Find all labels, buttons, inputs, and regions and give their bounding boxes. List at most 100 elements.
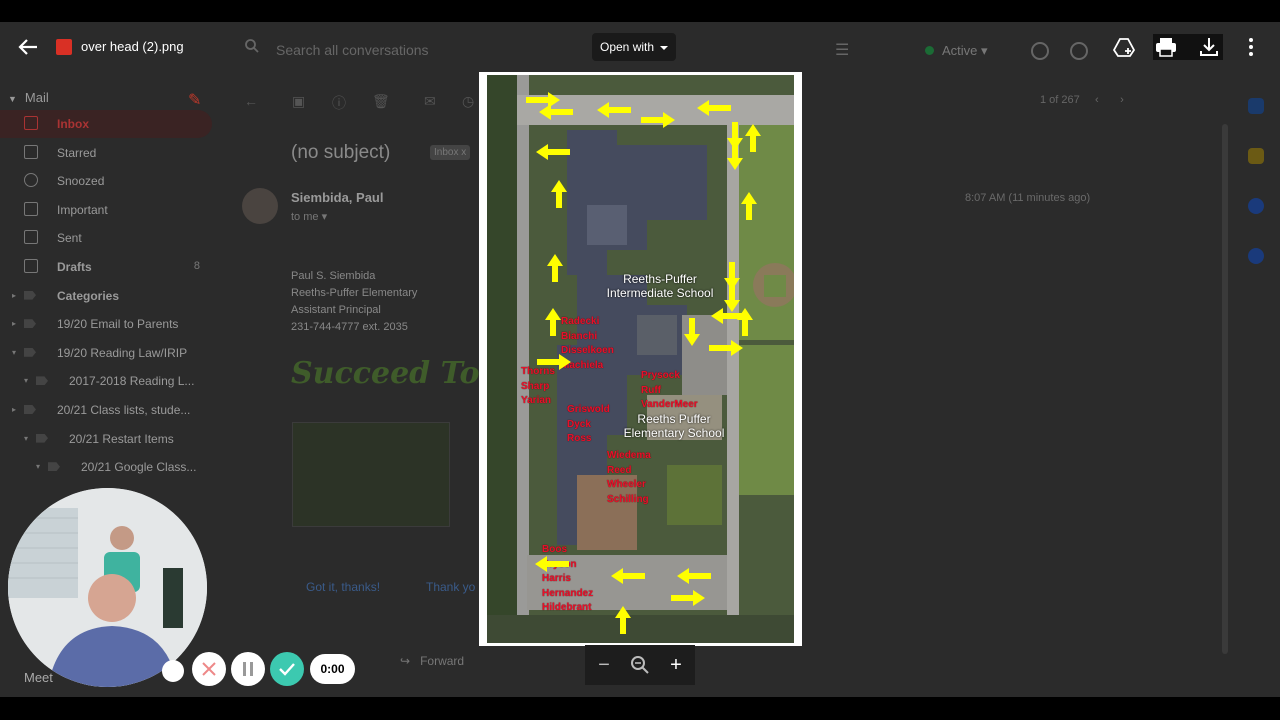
- expand-toggle-icon[interactable]: ▾: [36, 462, 40, 471]
- archive-icon[interactable]: ▣: [292, 93, 305, 113]
- image-file-icon: [56, 39, 72, 55]
- sidebar-item-20-21-class-lists-stude[interactable]: ▸ 20/21 Class lists, stude...: [0, 396, 212, 424]
- finish-recording-button[interactable]: [270, 652, 304, 686]
- sidebar-item-label: Drafts: [57, 260, 92, 274]
- sidebar-item-important[interactable]: Important: [0, 196, 212, 224]
- tasks-icon[interactable]: [1248, 198, 1264, 214]
- label-icon: [36, 433, 48, 443]
- expand-toggle-icon[interactable]: ▸: [12, 405, 16, 414]
- open-with-button[interactable]: Open with: [592, 33, 676, 61]
- direction-arrow-icon: [727, 142, 743, 170]
- direction-arrow-icon: [536, 144, 570, 160]
- teacher-name-label: VanderMeer: [641, 399, 698, 410]
- direction-arrow-icon: [597, 102, 631, 118]
- delete-icon[interactable]: 🗑: [372, 93, 390, 113]
- snooze-icon[interactable]: ◷: [462, 93, 474, 113]
- draft-icon: [24, 259, 38, 273]
- sidebar-item-2017-2018-reading-l[interactable]: ▾ 2017-2018 Reading L...: [0, 367, 212, 395]
- sidebar-item-starred[interactable]: Starred: [0, 139, 212, 167]
- back-arrow-icon[interactable]: [18, 38, 38, 56]
- zoom-icon[interactable]: [629, 654, 651, 676]
- label-icon: [24, 347, 36, 357]
- expand-toggle-icon[interactable]: ▸: [12, 319, 16, 328]
- contacts-icon[interactable]: [1248, 248, 1264, 264]
- teacher-name-label: Reed: [607, 464, 632, 476]
- sender-name: Siembida, Paul: [291, 190, 384, 205]
- meet-section[interactable]: Meet: [24, 670, 53, 685]
- sidebar-item-snoozed[interactable]: Snoozed: [0, 167, 212, 195]
- sidebar-item-drafts[interactable]: Drafts 8: [0, 253, 212, 281]
- expand-toggle-icon[interactable]: ▾: [24, 434, 28, 443]
- webcam-overlay: [8, 488, 207, 687]
- mail-section-header[interactable]: ▼ Mail: [8, 90, 49, 105]
- keep-icon[interactable]: [1248, 148, 1264, 164]
- teacher-name-label: Hernandez: [542, 587, 594, 599]
- sidebar-item-label: 20/21 Restart Items: [69, 431, 174, 446]
- direction-arrow-icon: [535, 556, 569, 572]
- report-spam-icon[interactable]: ⓘ: [332, 93, 346, 113]
- label-icon: [36, 376, 48, 386]
- expand-toggle-icon[interactable]: ▾: [12, 348, 16, 357]
- teacher-name-label: Ross: [567, 433, 592, 444]
- pause-recording-button[interactable]: [231, 652, 265, 686]
- zoom-in-button[interactable]: +: [665, 654, 687, 676]
- webcam-picture: [8, 488, 207, 687]
- direction-arrow-icon: [537, 354, 571, 370]
- label-icon: [24, 319, 36, 329]
- sidebar-item-19-20-reading-law-irip[interactable]: ▾ 19/20 Reading Law/IRIP: [0, 339, 212, 367]
- compose-icon[interactable]: ✎: [188, 90, 201, 110]
- forward-button[interactable]: ↪ Forward: [400, 654, 464, 668]
- teacher-name-label: Schilling: [607, 493, 649, 505]
- inbox-icon: [24, 116, 38, 130]
- direction-arrow-icon: [551, 180, 567, 208]
- sidebar-item-20-21-google-class[interactable]: ▾ 20/21 Google Class...: [0, 453, 212, 481]
- expand-toggle-icon[interactable]: ▾: [24, 376, 28, 385]
- recorder-more-icon[interactable]: [162, 660, 184, 682]
- direction-arrow-icon: [641, 112, 675, 128]
- recipient-line[interactable]: to me ▾: [291, 210, 327, 223]
- sidebar-item-label: Important: [57, 202, 108, 217]
- sidebar-item-label: 19/20 Email to Parents: [57, 317, 179, 332]
- zoom-controls: − +: [585, 645, 695, 685]
- sidebar-item-label: 2017-2018 Reading L...: [69, 374, 195, 389]
- print-icon[interactable]: [1155, 36, 1177, 58]
- teacher-name-label: Sharp: [521, 380, 550, 392]
- teacher-name-label: Harris: [542, 573, 571, 584]
- overhead-map-image[interactable]: Reeths-Puffer Intermediate School Reeths …: [479, 72, 802, 646]
- scrollbar[interactable]: [1222, 124, 1228, 654]
- direction-arrow-icon: [611, 568, 645, 584]
- label-icon: [48, 462, 60, 472]
- done-icon: [279, 663, 295, 676]
- inbox-label-chip[interactable]: Inbox x: [430, 145, 471, 160]
- sidebar-item-sent[interactable]: Sent: [0, 224, 212, 252]
- mark-unread-icon[interactable]: ✉: [424, 93, 436, 113]
- download-icon[interactable]: [1198, 36, 1220, 58]
- cancel-recording-button[interactable]: [192, 652, 226, 686]
- teacher-name-label: Wiedema: [607, 450, 651, 461]
- sidebar-item-19-20-email-to-parents[interactable]: ▸ 19/20 Email to Parents: [0, 310, 212, 338]
- bottom-band: [0, 697, 1280, 720]
- direction-arrow-icon: [737, 308, 753, 336]
- smart-reply-2[interactable]: Thank yo: [426, 580, 475, 594]
- star-icon: [24, 144, 38, 159]
- add-to-drive-icon[interactable]: [1113, 36, 1135, 58]
- sidebar-item-label: Snoozed: [57, 174, 105, 189]
- sidebar-item-inbox[interactable]: Inbox: [0, 110, 212, 138]
- back-to-inbox-icon[interactable]: ←: [244, 93, 258, 113]
- clock-icon: [24, 173, 38, 188]
- attachment-thumbnail[interactable]: [292, 422, 450, 527]
- pause-icon: [243, 662, 253, 676]
- building-label-elementary: Reeths Puffer Elementary School: [623, 412, 725, 440]
- sidebar-item-20-21-restart-items[interactable]: ▾ 20/21 Restart Items: [0, 425, 212, 453]
- teacher-name-label: Radecki: [561, 316, 600, 327]
- label-icon: [24, 290, 36, 300]
- smart-reply-1[interactable]: Got it, thanks!: [306, 580, 380, 594]
- expand-toggle-icon[interactable]: ▸: [12, 291, 16, 300]
- more-vert-icon[interactable]: [1240, 36, 1262, 58]
- calendar-icon[interactable]: [1248, 98, 1264, 114]
- zoom-out-button[interactable]: −: [593, 654, 615, 676]
- sidebar-item-categories[interactable]: ▸ Categories: [0, 282, 212, 310]
- email-subject: (no subject): [291, 142, 391, 163]
- sidebar-item-label: 20/21 Google Class...: [81, 460, 197, 475]
- direction-arrow-icon: [745, 124, 761, 152]
